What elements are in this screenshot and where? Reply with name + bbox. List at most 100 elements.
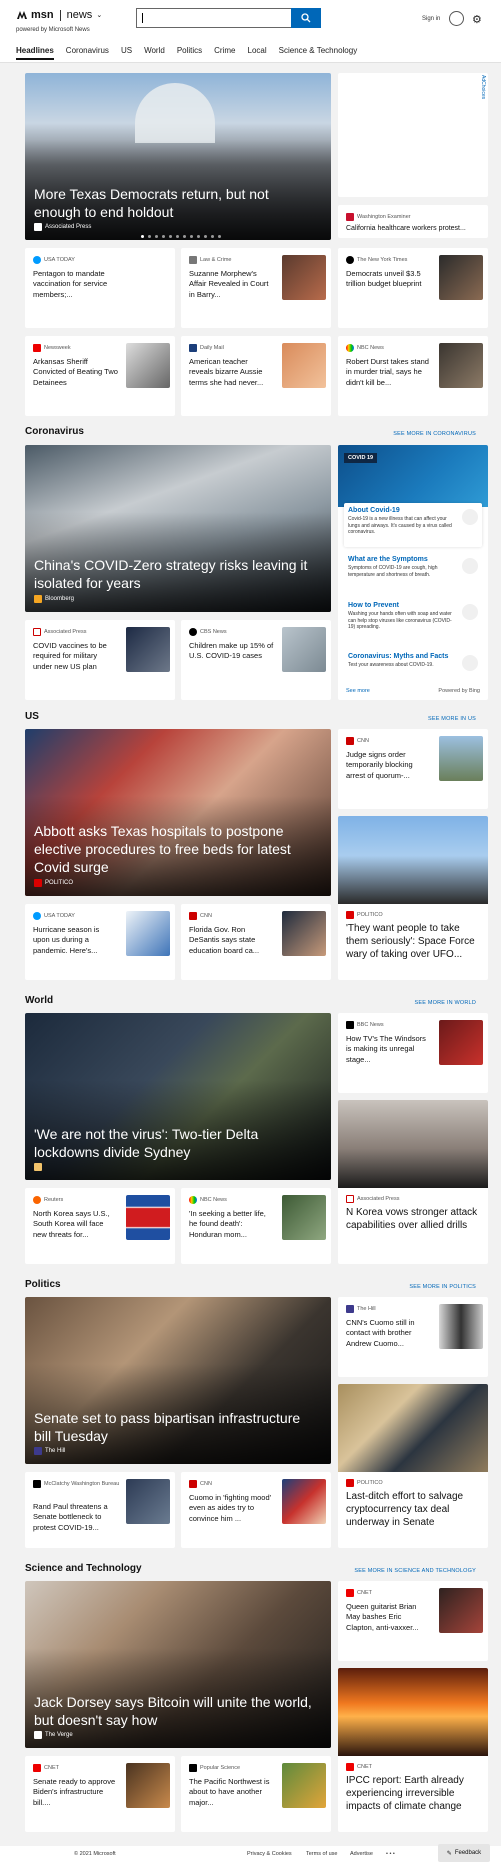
ad-slot[interactable]: AdChoices	[338, 73, 488, 197]
card-title[interactable]: How TV's The Windsors is making its unre…	[346, 1034, 431, 1065]
hero-title[interactable]: China's COVID-Zero strategy risks leavin…	[34, 557, 317, 593]
more-ellipsis[interactable]: • • •	[386, 1851, 395, 1857]
news-card[interactable]: Newsweek Arkansas Sheriff Convicted of B…	[25, 336, 175, 416]
privacy-link[interactable]: Privacy & Cookies	[247, 1851, 292, 1857]
news-card[interactable]: USA TODAY Pentagon to mandate vaccinatio…	[25, 248, 175, 328]
side-story-card[interactable]: POLITICO 'They want people to take them …	[338, 816, 488, 980]
card-title[interactable]: Hurricane season is upon us during a pan…	[33, 925, 118, 956]
covid-about-item[interactable]: About Covid-19 Covid-19 is a new illness…	[344, 503, 482, 547]
carousel-dot[interactable]	[148, 235, 151, 238]
news-card[interactable]: Law & Crime Suzanne Morphew's Affair Rev…	[181, 248, 331, 328]
news-card[interactable]: NBC News 'In seeking a better life, he f…	[181, 1188, 331, 1264]
hero-title[interactable]: More Texas Democrats return, but not eno…	[34, 186, 317, 222]
covid-myths-item[interactable]: Coronavirus: Myths and Facts Test your a…	[344, 649, 482, 681]
carousel-dot[interactable]	[176, 235, 179, 238]
card-title[interactable]: Judge signs order temporarily blocking a…	[346, 750, 431, 781]
politics-hero[interactable]: Senate set to pass bipartisan infrastruc…	[25, 1297, 331, 1464]
news-card[interactable]: McClatchy Washington Bureau Rand Paul th…	[25, 1472, 175, 1548]
advertise-link[interactable]: Advertise	[350, 1851, 373, 1857]
news-card[interactable]: Daily Mail American teacher reveals biza…	[181, 336, 331, 416]
gear-icon[interactable]: ⚙	[472, 13, 482, 26]
news-card[interactable]: Associated Press COVID vaccines to be re…	[25, 620, 175, 700]
carousel-dot[interactable]	[204, 235, 207, 238]
covid-prevent-item[interactable]: How to Prevent Washing your hands often …	[344, 598, 482, 642]
side-story-title[interactable]: Last-ditch effort to salvage cryptocurre…	[346, 1491, 480, 1529]
chevron-down-icon[interactable]: ⌄	[96, 11, 102, 19]
carousel-dots[interactable]	[141, 235, 221, 238]
tab-us[interactable]: US	[121, 46, 132, 60]
us-hero[interactable]: Abbott asks Texas hospitals to postpone …	[25, 729, 331, 896]
hero-title[interactable]: Abbott asks Texas hospitals to postpone …	[34, 823, 317, 876]
carousel-dot[interactable]	[183, 235, 186, 238]
card-title[interactable]: Democrats unveil $3.5 trillion budget bl…	[346, 269, 431, 290]
wide-card[interactable]: Washington Examiner California healthcar…	[338, 205, 488, 238]
ad-choices-link[interactable]: AdChoices	[480, 75, 486, 99]
carousel-dot[interactable]	[155, 235, 158, 238]
carousel-dot[interactable]	[169, 235, 172, 238]
carousel-dot[interactable]	[197, 235, 200, 238]
side-story-card[interactable]: CNET IPCC report: Earth already experien…	[338, 1668, 488, 1832]
card-title[interactable]: COVID vaccines to be required for milita…	[33, 641, 118, 672]
card-title[interactable]: Arkansas Sheriff Convicted of Beating Tw…	[33, 357, 118, 388]
news-card[interactable]: The Hill CNN's Cuomo still in contact wi…	[338, 1297, 488, 1377]
tab-politics[interactable]: Politics	[177, 46, 202, 60]
card-title[interactable]: Florida Gov. Ron DeSantis says state edu…	[189, 925, 274, 956]
coronavirus-hero[interactable]: China's COVID-Zero strategy risks leavin…	[25, 445, 331, 612]
card-title[interactable]: Rand Paul threatens a Senate bottleneck …	[33, 1502, 118, 1533]
card-title[interactable]: Suzanne Morphew's Affair Revealed in Cou…	[189, 269, 274, 300]
side-story-card[interactable]: Associated Press N Korea vows stronger a…	[338, 1100, 488, 1264]
tab-local[interactable]: Local	[248, 46, 267, 60]
see-more-coronavirus[interactable]: SEE MORE IN CORONAVIRUS	[338, 431, 476, 437]
carousel-dot[interactable]	[190, 235, 193, 238]
hero-title[interactable]: Senate set to pass bipartisan infrastruc…	[34, 1410, 317, 1446]
avatar-icon[interactable]	[449, 11, 464, 26]
see-more-us[interactable]: SEE MORE IN US	[338, 716, 476, 722]
covid-symptoms-item[interactable]: What are the Symptoms Symptoms of COVID-…	[344, 552, 482, 596]
covid-item-title[interactable]: How to Prevent	[348, 602, 478, 609]
covid-see-more[interactable]: See more	[346, 688, 370, 694]
side-story-title[interactable]: 'They want people to take them seriously…	[346, 923, 480, 961]
news-card[interactable]: USA TODAY Hurricane season is upon us du…	[25, 904, 175, 980]
hero-title[interactable]: 'We are not the virus': Two-tier Delta l…	[34, 1126, 317, 1162]
world-hero[interactable]: 'We are not the virus': Two-tier Delta l…	[25, 1013, 331, 1180]
see-more-science[interactable]: SEE MORE IN SCIENCE AND TECHNOLOGY	[338, 1568, 476, 1574]
side-story-title[interactable]: IPCC report: Earth already experiencing …	[346, 1775, 480, 1813]
news-card[interactable]: Popular Science The Pacific Northwest is…	[181, 1756, 331, 1832]
msn-logo[interactable]: msn news ⌄	[16, 9, 102, 21]
see-more-world[interactable]: SEE MORE IN WORLD	[338, 1000, 476, 1006]
news-card[interactable]: NBC News Robert Durst takes stand in mur…	[338, 336, 488, 416]
tab-coronavirus[interactable]: Coronavirus	[66, 46, 109, 60]
news-card[interactable]: CNN Judge signs order temporarily blocki…	[338, 729, 488, 809]
covid-item-title[interactable]: What are the Symptoms	[348, 556, 478, 563]
terms-link[interactable]: Terms of use	[306, 1851, 337, 1857]
side-story-card[interactable]: POLITICO Last-ditch effort to salvage cr…	[338, 1384, 488, 1548]
card-title[interactable]: 'In seeking a better life, he found deat…	[189, 1209, 274, 1240]
news-card[interactable]: The New York Times Democrats unveil $3.5…	[338, 248, 488, 328]
carousel-dot[interactable]	[211, 235, 214, 238]
news-card[interactable]: CNET Queen guitarist Brian May bashes Er…	[338, 1581, 488, 1661]
see-more-politics[interactable]: SEE MORE IN POLITICS	[338, 1284, 476, 1290]
sign-in-link[interactable]: Sign in	[422, 16, 440, 22]
carousel-dot[interactable]	[162, 235, 165, 238]
news-card[interactable]: CNN Florida Gov. Ron DeSantis says state…	[181, 904, 331, 980]
carousel-dot[interactable]	[218, 235, 221, 238]
news-card[interactable]: CNN Cuomo in 'fighting mood' even as aid…	[181, 1472, 331, 1548]
wide-card-title[interactable]: California healthcare workers protest...	[346, 225, 466, 232]
news-card[interactable]: CNET Senate ready to approve Biden's inf…	[25, 1756, 175, 1832]
card-title[interactable]: CNN's Cuomo still in contact with brothe…	[346, 1318, 431, 1349]
covid-item-title[interactable]: About Covid-19	[348, 507, 478, 514]
card-title[interactable]: Pentagon to mandate vaccination for serv…	[33, 269, 118, 300]
hero-title[interactable]: Jack Dorsey says Bitcoin will unite the …	[34, 1694, 317, 1730]
search-button[interactable]	[291, 8, 321, 28]
search-input[interactable]	[136, 8, 321, 28]
card-title[interactable]: The Pacific Northwest is about to have a…	[189, 1777, 274, 1808]
card-title[interactable]: Senate ready to approve Biden's infrastr…	[33, 1777, 118, 1808]
tab-science-technology[interactable]: Science & Technology	[279, 46, 358, 60]
news-card[interactable]: Reuters North Korea says U.S., South Kor…	[25, 1188, 175, 1264]
science-hero[interactable]: Jack Dorsey says Bitcoin will unite the …	[25, 1581, 331, 1748]
card-title[interactable]: Children make up 15% of U.S. COVID-19 ca…	[189, 641, 274, 662]
news-card[interactable]: BBC News How TV's The Windsors is making…	[338, 1013, 488, 1093]
side-story-title[interactable]: N Korea vows stronger attack capabilitie…	[346, 1207, 480, 1233]
tab-headlines[interactable]: Headlines	[16, 46, 54, 60]
tab-crime[interactable]: Crime	[214, 46, 235, 60]
